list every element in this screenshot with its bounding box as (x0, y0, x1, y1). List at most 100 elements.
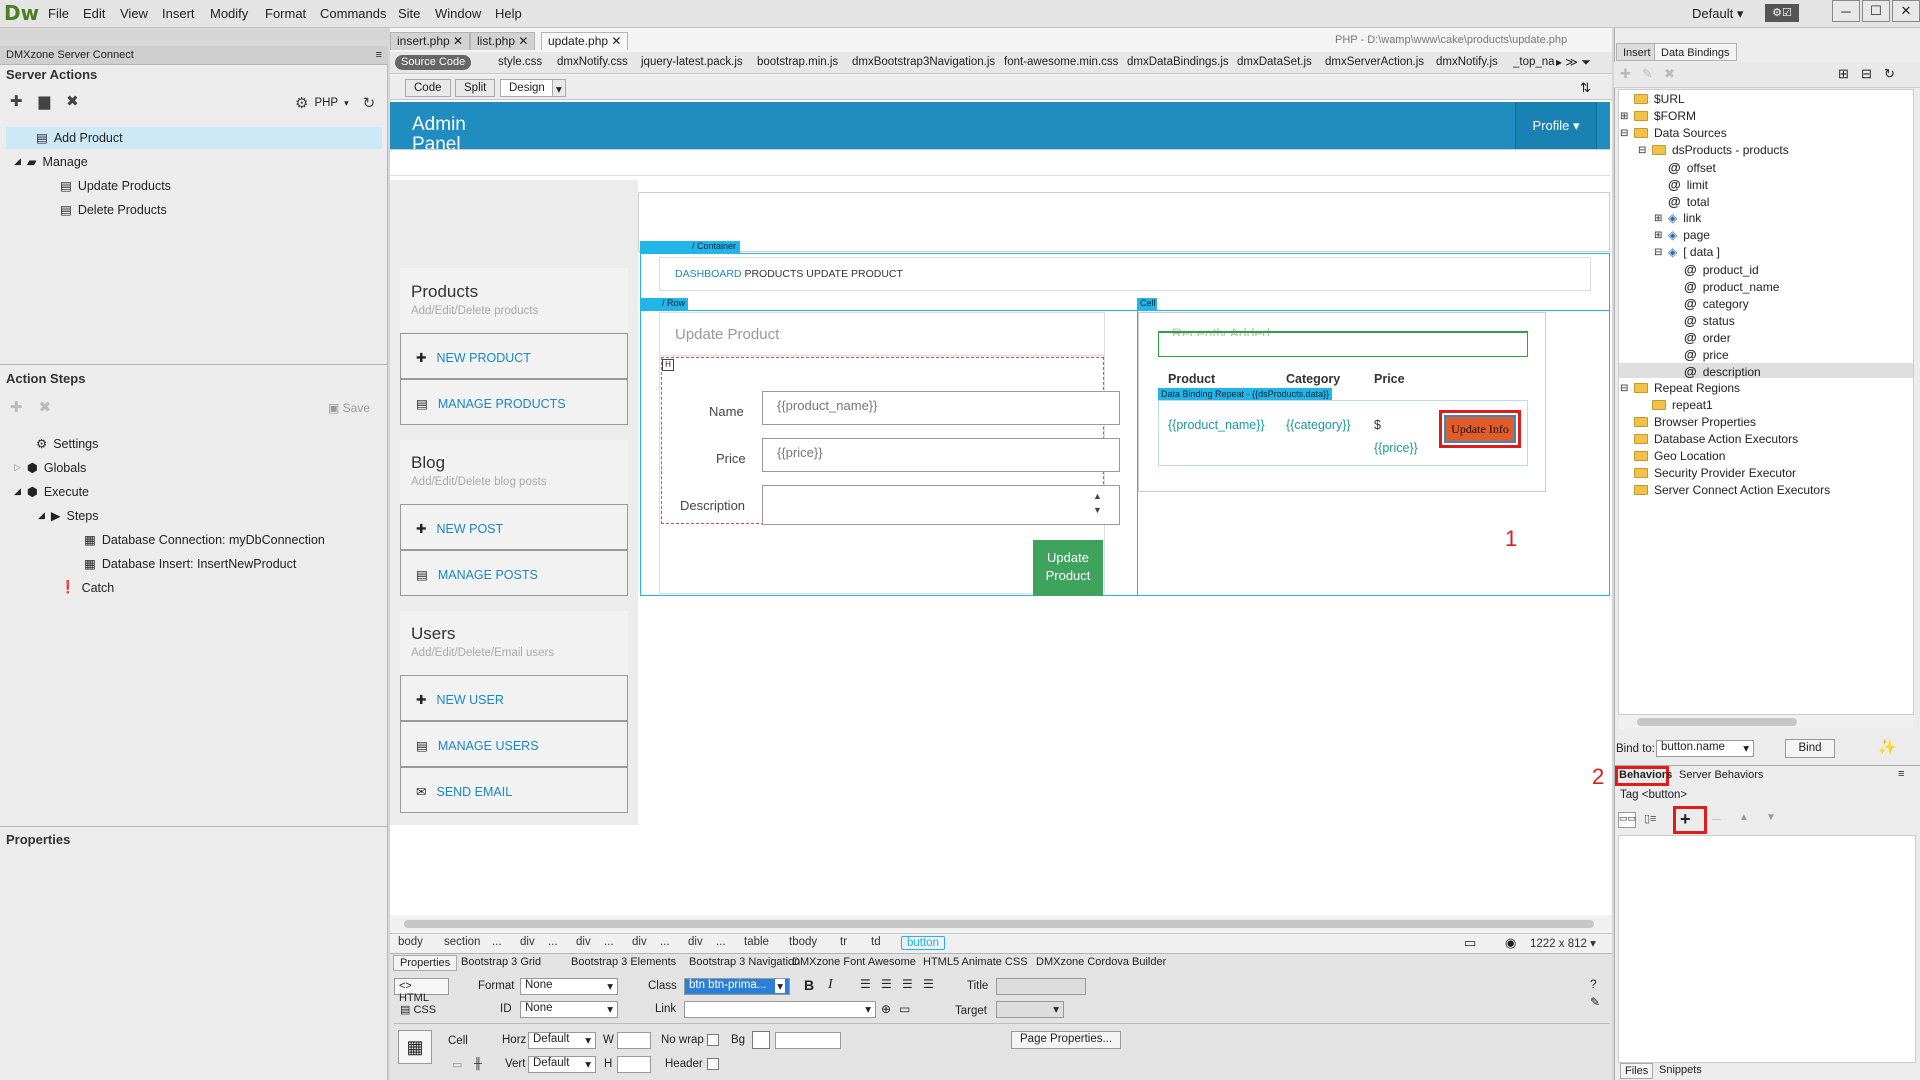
step-steps[interactable]: ◢ ▶ Steps (38, 508, 99, 524)
nav-link-new-post-label[interactable]: ✚ NEW POST (416, 521, 503, 537)
maximize-icon[interactable]: ☐ (1862, 0, 1890, 22)
bg-color-swatch[interactable] (752, 1031, 770, 1049)
binding-item[interactable]: Browser Properties (1634, 415, 1756, 429)
binding-item[interactable]: Database Action Executors (1634, 432, 1798, 446)
view-code-button[interactable]: Code (405, 79, 451, 97)
binding-item[interactable]: repeat1 (1652, 398, 1713, 412)
nav-link-manage-users-label[interactable]: ▤ MANAGE USERS (416, 738, 539, 754)
menu-insert[interactable]: Insert (162, 6, 195, 21)
panel-menu-icon[interactable]: ≡ (376, 49, 382, 61)
folder-manage[interactable]: ◢ ▰ Manage (14, 154, 88, 170)
php-selector[interactable]: ⚙ PHP ▾ ↻ (295, 94, 375, 112)
window-size-selector[interactable]: 1222 x 812 ▾ (1530, 936, 1596, 950)
related-file[interactable]: _top_na (1513, 56, 1555, 68)
delete-icon[interactable]: ✖ (66, 92, 79, 110)
collapse-arrow-icon[interactable]: ▷ (14, 462, 21, 473)
sync-settings-icon[interactable]: ⚙☑ (1765, 4, 1799, 22)
add-binding-icon[interactable]: ✚ (1620, 66, 1631, 82)
menu-site[interactable]: Site (398, 6, 420, 21)
browse-folder-icon[interactable]: ▭ (899, 1002, 910, 1016)
binding-item[interactable]: ⊞ ◈ link (1654, 211, 1701, 225)
move-down-icon[interactable]: ▼ (1766, 812, 1776, 823)
binding-item[interactable]: @ price (1684, 347, 1729, 362)
gear-icon[interactable]: ⚙ (295, 94, 308, 112)
outdent-icon[interactable]: ☰ (902, 977, 913, 991)
refresh-bindings-icon[interactable]: ↻ (1884, 66, 1895, 82)
file-tab-update[interactable]: update.php ✕ (541, 32, 629, 50)
move-up-icon[interactable]: ▲ (1739, 812, 1749, 823)
menu-modify[interactable]: Modify (210, 6, 248, 21)
add-icon[interactable]: ✚ (10, 92, 23, 110)
binding-item[interactable]: @ offset (1668, 160, 1716, 175)
unordered-list-icon[interactable]: ☰ (860, 977, 871, 991)
tab-server-behaviors[interactable]: Server Behaviors (1679, 769, 1763, 781)
tag-body[interactable]: body (398, 936, 423, 948)
nav-link-manage-posts-label[interactable]: ▤ MANAGE POSTS (416, 567, 538, 583)
related-file[interactable]: bootstrap.min.js (757, 56, 838, 68)
menu-help[interactable]: Help (495, 6, 522, 21)
binding-item[interactable]: @ total (1668, 194, 1709, 209)
sort-icon[interactable]: ⇅ (1580, 80, 1591, 96)
tab-data-bindings[interactable]: Data Bindings (1654, 43, 1737, 61)
tag-tbody[interactable]: tbody (789, 936, 817, 948)
wand-icon[interactable]: ✨ (1878, 738, 1897, 756)
binding-item[interactable]: @ category (1684, 296, 1749, 311)
bg-input[interactable] (775, 1032, 841, 1049)
height-input[interactable] (617, 1056, 651, 1073)
binding-item[interactable]: @ description (1684, 364, 1761, 379)
prop-tab-cordova[interactable]: DMXzone Cordova Builder (1030, 955, 1172, 969)
related-file[interactable]: dmxDataBindings.js (1127, 56, 1229, 68)
point-to-file-icon[interactable]: ⊕ (881, 1002, 891, 1016)
tag-td[interactable]: td (871, 936, 881, 948)
close-tab-icon[interactable]: ✕ (518, 34, 528, 48)
binding-item[interactable]: $URL (1634, 92, 1685, 106)
edit-rule-icon[interactable]: ✎ (1590, 995, 1600, 1009)
view-split-button[interactable]: Split (455, 79, 496, 97)
breadcrumb-dashboard-link[interactable]: DASHBOARD (675, 268, 742, 280)
view-design-button[interactable]: Design (500, 79, 554, 97)
profile-dropdown[interactable]: Profile ▾ (1515, 102, 1597, 149)
collapse-icon[interactable]: ⊟ (1620, 383, 1628, 394)
horizontal-scrollbar[interactable] (390, 917, 1612, 931)
add-behavior-icon[interactable]: + (1680, 809, 1691, 830)
prop-tab-animate[interactable]: HTML5 Animate CSS (917, 955, 1034, 969)
expand-arrow-icon[interactable]: ◢ (14, 156, 21, 167)
update-info-button[interactable]: Update Info (1444, 415, 1516, 443)
horz-select[interactable]: Default ▾ (528, 1032, 596, 1049)
binding-item[interactable]: Security Provider Executor (1634, 466, 1796, 480)
format-select[interactable]: None ▾ (520, 978, 618, 995)
expand-arrow-icon[interactable]: ◢ (14, 486, 21, 497)
collapse-all-icon[interactable]: ⊟ (1861, 66, 1872, 82)
source-code-button[interactable]: Source Code (395, 55, 472, 70)
tag-tr[interactable]: tr (840, 936, 847, 948)
tag-section[interactable]: section (444, 936, 480, 948)
close-tab-icon[interactable]: ✕ (611, 34, 621, 48)
view-dropdown-icon[interactable]: ▾ (552, 79, 566, 97)
step-globals[interactable]: ▷ ⬢ Globals (14, 460, 86, 476)
related-file[interactable]: style.css (498, 56, 542, 68)
binding-item[interactable]: ⊟ ◈ [ data ] (1654, 245, 1720, 259)
binding-item[interactable]: ⊟ Repeat Regions (1620, 381, 1740, 395)
collapse-icon[interactable]: ⊟ (1638, 145, 1646, 156)
page-properties-button[interactable]: Page Properties... (1011, 1031, 1122, 1049)
minimize-icon[interactable]: ─ (1832, 0, 1860, 22)
tag-div[interactable]: div (576, 936, 591, 948)
refresh-icon[interactable]: ↻ (363, 94, 376, 112)
binding-item[interactable]: ⊟ Data Sources (1620, 126, 1727, 140)
update-product-button[interactable]: Update Product (1033, 540, 1103, 596)
bold-icon[interactable]: B (804, 977, 814, 993)
tab-snippets[interactable]: Snippets (1655, 1063, 1706, 1077)
related-file[interactable]: dmxServerAction.js (1325, 56, 1424, 68)
tab-files[interactable]: Files (1620, 1063, 1654, 1079)
step-settings[interactable]: ⚙ Settings (36, 436, 98, 452)
folder-icon[interactable]: ▆ (39, 92, 51, 110)
vert-select[interactable]: Default ▾ (528, 1056, 596, 1073)
save-button[interactable]: ▣ Save (328, 401, 370, 415)
action-add-product[interactable]: ▤ Add Product (36, 130, 123, 146)
bindings-hscroll[interactable] (1619, 715, 1913, 729)
remove-step-icon[interactable]: ✖ (39, 398, 52, 416)
ordered-list-icon[interactable]: ☰ (881, 977, 892, 991)
close-tab-icon[interactable]: ✕ (453, 34, 463, 48)
tab-insert[interactable]: Insert (1616, 43, 1658, 61)
scroll-thumb[interactable] (404, 920, 1594, 928)
